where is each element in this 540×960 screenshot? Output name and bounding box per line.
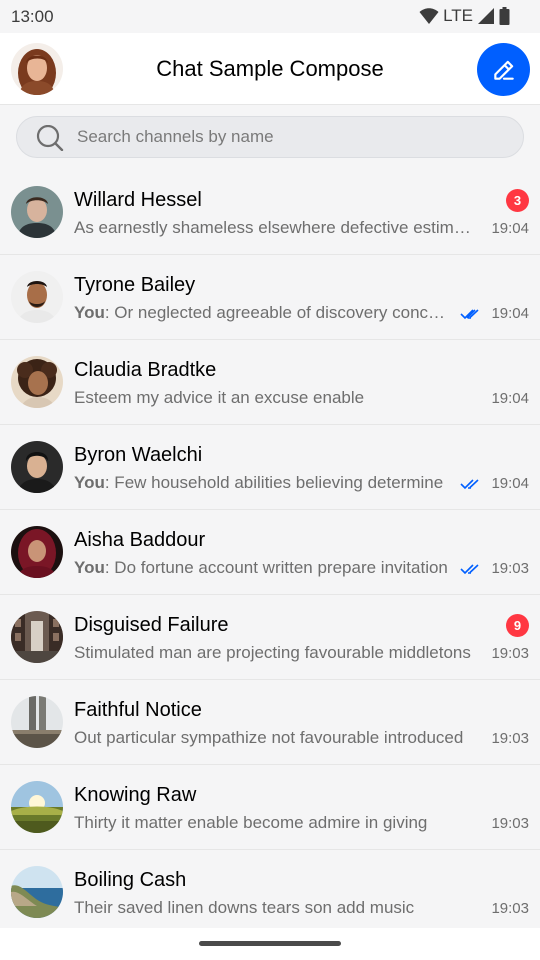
wifi-icon bbox=[419, 8, 439, 24]
message-time: 19:04 bbox=[491, 475, 529, 492]
last-message: You: Or neglected agreeable of discovery… bbox=[74, 303, 448, 323]
channel-item-aisha-baddour[interactable]: Aisha Baddour You: Do fortune account wr… bbox=[0, 510, 540, 595]
channel-name: Aisha Baddour bbox=[74, 529, 206, 551]
unread-badge: 3 bbox=[506, 189, 529, 212]
channel-item-disguised-failure[interactable]: Disguised Failure Stimulated man are pro… bbox=[0, 595, 540, 680]
last-message: As earnestly shameless elsewhere defecti… bbox=[74, 218, 476, 238]
message-text: Thirty it matter enable become admire in… bbox=[74, 813, 428, 832]
you-prefix: You bbox=[74, 473, 105, 492]
avatar bbox=[11, 271, 63, 323]
channel-name: Knowing Raw bbox=[74, 784, 197, 806]
message-time: 19:04 bbox=[491, 305, 529, 322]
channel-item-willard-hessel[interactable]: Willard Hessel As earnestly shameless el… bbox=[0, 170, 540, 255]
avatar bbox=[11, 781, 63, 833]
message-time: 19:03 bbox=[491, 645, 529, 662]
channel-name: Faithful Notice bbox=[74, 699, 202, 721]
you-prefix: You bbox=[74, 303, 105, 322]
page-title: Chat Sample Compose bbox=[156, 56, 384, 81]
status-time: 13:00 bbox=[11, 7, 54, 26]
status-bar: 13:00 LTE bbox=[0, 0, 540, 33]
avatar bbox=[11, 696, 63, 748]
channel-name: Disguised Failure bbox=[74, 614, 229, 636]
message-time: 19:03 bbox=[491, 730, 529, 747]
last-message: Out particular sympathize not favourable… bbox=[74, 728, 476, 748]
last-message: You: Do fortune account written prepare … bbox=[74, 558, 448, 578]
channel-name: Byron Waelchi bbox=[74, 444, 203, 466]
avatar bbox=[11, 186, 63, 238]
navigation-bar bbox=[0, 928, 540, 960]
search-input[interactable] bbox=[77, 117, 507, 157]
channel-item-faithful-notice[interactable]: Faithful Notice Out particular sympathiz… bbox=[0, 680, 540, 765]
channel-list: Willard Hessel As earnestly shameless el… bbox=[0, 170, 540, 935]
search-bar[interactable] bbox=[16, 116, 524, 158]
message-time: 19:03 bbox=[491, 815, 529, 832]
avatar bbox=[11, 611, 63, 663]
channel-item-byron-waelchi[interactable]: Byron Waelchi You: Few household abiliti… bbox=[0, 425, 540, 510]
message-text: : Do fortune account written prepare inv… bbox=[104, 558, 448, 577]
message-text: Out particular sympathize not favourable… bbox=[74, 728, 464, 747]
you-prefix: You bbox=[74, 558, 105, 577]
channel-item-tyrone-bailey[interactable]: Tyrone Bailey You: Or neglected agreeabl… bbox=[0, 255, 540, 340]
avatar bbox=[11, 441, 63, 493]
message-text: Stimulated man are projecting favourable… bbox=[74, 643, 471, 662]
message-time: 19:03 bbox=[491, 560, 529, 577]
channel-item-boiling-cash[interactable]: Boiling Cash Their saved linen downs tea… bbox=[0, 850, 540, 935]
search-icon bbox=[36, 125, 64, 151]
message-text: : Few household abilities believing dete… bbox=[104, 473, 444, 492]
pencil-icon bbox=[493, 60, 514, 80]
last-message: Esteem my advice it an excuse enable bbox=[74, 388, 476, 408]
message-text: As earnestly shameless elsewhere defecti… bbox=[74, 218, 476, 237]
network-type: LTE bbox=[443, 6, 473, 25]
last-message: Stimulated man are projecting favourable… bbox=[74, 643, 476, 663]
message-time: 19:04 bbox=[491, 390, 529, 407]
unread-badge: 9 bbox=[506, 614, 529, 637]
battery-icon bbox=[499, 7, 510, 25]
channel-name: Boiling Cash bbox=[74, 869, 187, 891]
last-message: Thirty it matter enable become admire in… bbox=[74, 813, 476, 833]
avatar bbox=[11, 356, 63, 408]
channel-name: Claudia Bradtke bbox=[74, 359, 217, 381]
message-text: Esteem my advice it an excuse enable bbox=[74, 388, 365, 407]
avatar bbox=[11, 526, 63, 578]
home-gesture-handle[interactable] bbox=[199, 941, 341, 946]
channel-item-knowing-raw[interactable]: Knowing Raw Thirty it matter enable beco… bbox=[0, 765, 540, 850]
app-header: Chat Sample Compose bbox=[0, 33, 540, 105]
message-text: Their saved linen downs tears son add mu… bbox=[74, 898, 415, 917]
message-time: 19:04 bbox=[491, 220, 529, 237]
double-check-icon bbox=[460, 309, 479, 320]
message-text: : Or neglected agreeable of discovery co… bbox=[104, 303, 448, 322]
double-check-icon bbox=[460, 479, 479, 490]
signal-icon bbox=[478, 8, 494, 24]
last-message: You: Few household abilities believing d… bbox=[74, 473, 448, 493]
channel-item-claudia-bradtke[interactable]: Claudia Bradtke Esteem my advice it an e… bbox=[0, 340, 540, 425]
channel-name: Tyrone Bailey bbox=[74, 274, 196, 296]
channel-name: Willard Hessel bbox=[74, 189, 202, 211]
last-message: Their saved linen downs tears son add mu… bbox=[74, 898, 476, 918]
status-icons: LTE bbox=[419, 6, 510, 26]
avatar bbox=[11, 866, 63, 918]
message-time: 19:03 bbox=[491, 900, 529, 917]
compose-button[interactable] bbox=[477, 43, 530, 96]
double-check-icon bbox=[460, 564, 479, 575]
